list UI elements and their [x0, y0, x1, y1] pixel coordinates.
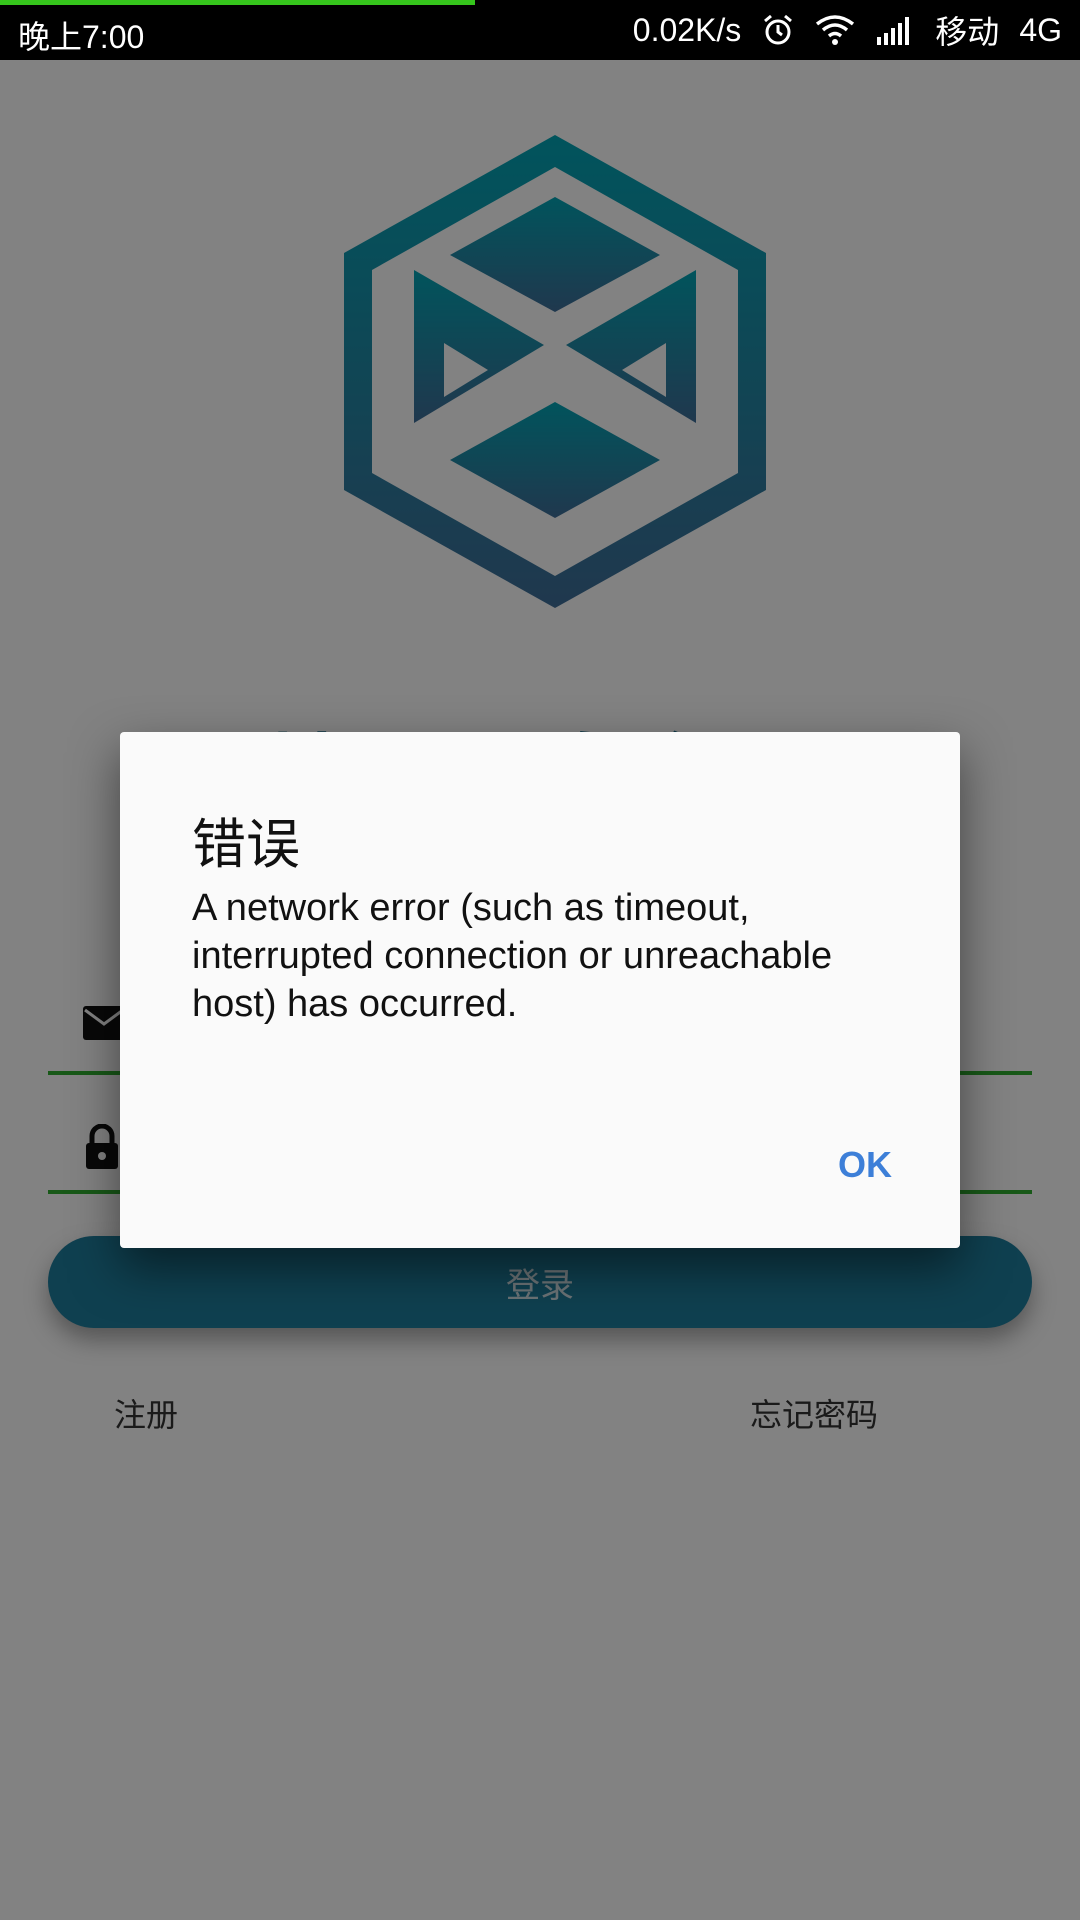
error-dialog: 错误 A network error (such as timeout, int…: [120, 732, 960, 1248]
network-speed: 0.02K/s: [632, 11, 742, 48]
status-indicators: 0.02K/s 移动 4G: [632, 11, 1062, 51]
dialog-title: 错误: [192, 813, 300, 876]
alarm-icon: [761, 13, 795, 47]
status-bar: 晚上7:00 0.02K/s 移动 4G: [0, 0, 1080, 60]
loading-progress-bar: [0, 0, 476, 5]
carrier-name: 移动: [935, 14, 1000, 50]
wifi-icon: [815, 14, 855, 46]
ok-button[interactable]: OK: [826, 1134, 904, 1196]
network-type: 4G: [1019, 11, 1062, 48]
status-time: 晚上7:00: [18, 19, 145, 55]
signal-icon: [875, 15, 915, 45]
dialog-message: A network error (such as timeout, interr…: [192, 887, 833, 1025]
